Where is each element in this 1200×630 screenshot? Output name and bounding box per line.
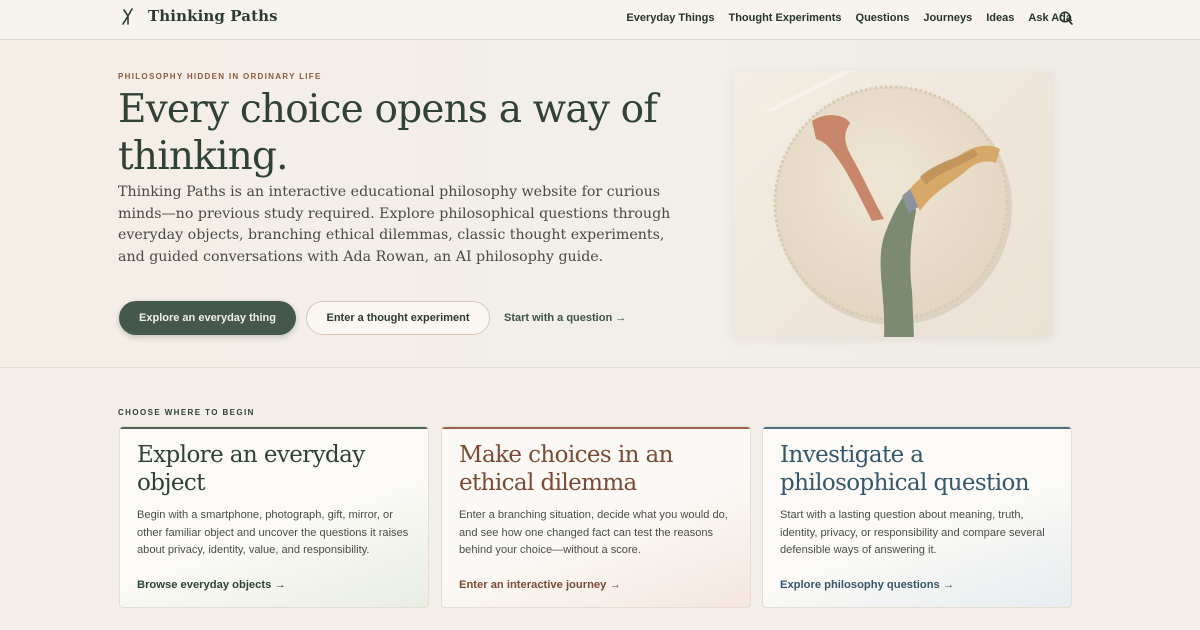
- explore-philosophy-questions-link[interactable]: Explore philosophy questions →: [780, 579, 954, 591]
- explore-everyday-thing-button[interactable]: Explore an everyday thing: [119, 301, 296, 335]
- hero-intro: Thinking Paths is an interactive educati…: [118, 184, 671, 265]
- start-with-question-link[interactable]: Start with a question →: [504, 312, 626, 324]
- site-header: Thinking Paths Everyday Things Thought E…: [0, 0, 1200, 40]
- hero-headline: Every choice opens a way of thinking.: [118, 87, 658, 179]
- card-ethical-dilemma[interactable]: Make choices in an ethical dilemma Enter…: [441, 426, 751, 608]
- card-body: Start with a lasting question about mean…: [780, 509, 1045, 557]
- nav-thought-experiments[interactable]: Thought Experiments: [728, 12, 841, 24]
- hero-eyebrow: PHILOSOPHY HIDDEN IN ORDINARY LIFE: [118, 72, 322, 81]
- brand-name: Thinking Paths: [148, 7, 278, 25]
- card-title: Explore an everyday object: [137, 442, 365, 496]
- nav-questions[interactable]: Questions: [856, 12, 910, 24]
- nav-everyday-things[interactable]: Everyday Things: [626, 12, 714, 24]
- enter-thought-experiment-button[interactable]: Enter a thought experiment: [306, 301, 490, 335]
- card-title: Investigate a philosophical question: [780, 442, 1030, 496]
- branching-path-icon: [122, 8, 133, 25]
- browse-everyday-objects-link[interactable]: Browse everyday objects →: [137, 579, 286, 591]
- card-body: Enter a branching situation, decide what…: [459, 509, 728, 557]
- brand-logo[interactable]: Thinking Paths: [118, 6, 278, 26]
- nav-ideas[interactable]: Ideas: [986, 12, 1014, 24]
- hero-illustration: [734, 71, 1052, 337]
- search-icon[interactable]: [1058, 10, 1074, 26]
- card-title: Make choices in an ethical dilemma: [459, 442, 673, 496]
- card-philosophical-question[interactable]: Investigate a philosophical question Sta…: [762, 426, 1072, 608]
- nav-journeys[interactable]: Journeys: [923, 12, 972, 24]
- card-everyday-object[interactable]: Explore an everyday object Begin with a …: [119, 426, 429, 608]
- enter-interactive-journey-link[interactable]: Enter an interactive journey →: [459, 579, 621, 591]
- card-body: Begin with a smartphone, photograph, gif…: [137, 509, 409, 557]
- section-label: CHOOSE WHERE TO BEGIN: [118, 408, 255, 417]
- main-nav: Everyday Things Thought Experiments Ques…: [626, 12, 1072, 24]
